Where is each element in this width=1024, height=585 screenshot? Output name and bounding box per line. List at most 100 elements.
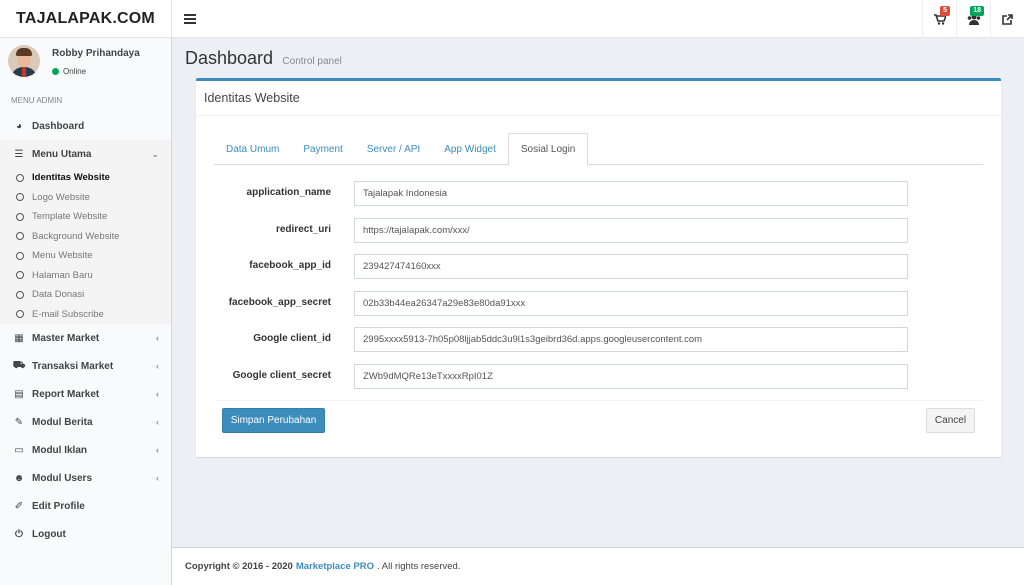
sidebar-item-logout[interactable]: ⏻ Logout (0, 520, 171, 548)
sidebar-item-master-market[interactable]: ▦ Master Market ‹ (0, 324, 171, 352)
submenu-item-label: Data Donasi (32, 289, 85, 301)
dashboard-icon: ◕ (15, 120, 23, 132)
submenu-item-label: Background Website (32, 230, 120, 242)
tab-payment[interactable]: Payment (291, 133, 354, 165)
submenu-menu-utama: Identitas Website Logo Website Template … (0, 168, 171, 324)
sidebar-item-menu-utama[interactable]: ☰ Menu Utama ⌄ (0, 140, 171, 168)
form-row-application-name: application_name Tajalapak Indonesia (196, 181, 1001, 206)
submenu-item-halaman-baru[interactable]: Halaman Baru (0, 266, 171, 286)
chevron-left-icon: ‹ (156, 417, 159, 427)
sidebar-item-modul-iklan[interactable]: ▭ Modul Iklan ‹ (0, 436, 171, 464)
circle-icon (16, 193, 24, 202)
panel-title: Identitas Website (204, 91, 300, 105)
menu-header: MENU ADMIN (11, 96, 63, 105)
field-label: application_name (246, 187, 331, 198)
cart-notification-button[interactable]: 5 (922, 0, 956, 38)
chevron-left-icon: ‹ (156, 389, 159, 399)
sidebar-item-modul-berita[interactable]: ✎ Modul Berita ‹ (0, 408, 171, 436)
form-row-redirect-uri: redirect_uri https://tajalapak.com/xxx/ (196, 217, 1001, 243)
footer-suffix: . All rights reserved. (377, 561, 461, 572)
submenu-item-data-donasi[interactable]: Data Donasi (0, 285, 171, 305)
monitor-icon: ▭ (14, 444, 24, 456)
external-link-icon (1002, 13, 1013, 25)
form-row-facebook-app-secret: facebook_app_secret 02b33b44ea26347a29e8… (196, 290, 1001, 316)
sidebar-item-edit-profile[interactable]: ✐ Edit Profile (0, 492, 171, 520)
submenu-item-background-website[interactable]: Background Website (0, 227, 171, 247)
sidebar-menu: ◕ Dashboard ☰ Menu Utama ⌄ Identitas Web… (0, 112, 171, 548)
page-subtitle: Control panel (282, 56, 342, 67)
submenu-item-label: Identitas Website (32, 172, 110, 184)
sidebar-item-transaksi-market[interactable]: ⛟ Transaksi Market ‹ (0, 352, 171, 380)
facebook-app-id-input[interactable]: 239427474160xxx (354, 254, 908, 279)
sidebar-item-label: Logout (32, 528, 66, 540)
tab-sosial-login[interactable]: Sosial Login (507, 133, 589, 166)
pencil-icon: ✎ (14, 416, 24, 428)
facebook-app-secret-input[interactable]: 02b33b44ea26347a29e83e80da91xxx (354, 290, 908, 316)
online-status-icon (52, 68, 59, 75)
chevron-left-icon: ‹ (156, 333, 159, 343)
google-client-id-input[interactable]: 2995xxxx5913-7h05p08ljjab5ddc3u9l1s3geib… (354, 327, 908, 352)
external-link-button[interactable] (990, 0, 1024, 38)
sidebar-toggle-button[interactable] (172, 0, 208, 38)
submenu-item-logo-website[interactable]: Logo Website (0, 188, 171, 208)
chevron-down-icon: ⌄ (151, 149, 159, 159)
tab-app-widget[interactable]: App Widget (432, 133, 508, 165)
circle-icon (16, 290, 24, 299)
footer-link[interactable]: Marketplace PRO (296, 561, 374, 572)
submenu-item-label: Template Website (32, 211, 108, 223)
sidebar-item-dashboard[interactable]: ◕ Dashboard (0, 112, 171, 140)
circle-icon (16, 310, 24, 319)
footer: Copyright © 2016 - 2020 Marketplace PRO … (172, 547, 1024, 585)
google-client-secret-input[interactable]: ZWb9dMQRe13eTxxxxRpI01Z (354, 364, 908, 389)
footer-copyright: Copyright © 2016 - 2020 (185, 561, 293, 572)
sidebar-item-report-market[interactable]: ▤ Report Market ‹ (0, 380, 171, 408)
menu-icon (184, 14, 196, 24)
cancel-button[interactable]: Cancel (926, 408, 975, 433)
circle-icon (16, 173, 24, 182)
chevron-left-icon: ‹ (156, 473, 159, 483)
brand-logo[interactable]: TAJALAPAK.COM (0, 0, 172, 38)
submenu-item-template-website[interactable]: Template Website (0, 207, 171, 227)
book-icon: ▤ (14, 388, 24, 400)
page-title: Dashboard (185, 48, 274, 68)
field-label: redirect_uri (275, 223, 331, 235)
users-notification-button[interactable]: 18 (956, 0, 990, 38)
user-name: Robby Prihandaya (52, 48, 140, 59)
circle-icon (16, 232, 24, 241)
submenu-item-label: E-mail Subscribe (32, 308, 104, 320)
chevron-left-icon: ‹ (156, 361, 159, 371)
power-icon: ⏻ (15, 528, 23, 540)
submenu-item-label: Halaman Baru (32, 269, 93, 281)
circle-icon (16, 212, 24, 221)
submenu-item-email-subscribe[interactable]: E-mail Subscribe (0, 305, 171, 325)
redirect-uri-input[interactable]: https://tajalapak.com/xxx/ (354, 217, 908, 243)
divider (196, 115, 1001, 116)
sidebar-item-label: Modul Iklan (32, 444, 87, 456)
sidebar-item-modul-users[interactable]: ☻ Modul Users ‹ (0, 464, 171, 492)
field-label: facebook_app_id (249, 260, 331, 271)
tab-data-umum[interactable]: Data Umum (214, 133, 291, 165)
save-button[interactable]: Simpan Perubahan (222, 408, 325, 433)
form-row-facebook-app-id: facebook_app_id 239427474160xxx (196, 254, 1001, 279)
sidebar-item-label: Edit Profile (32, 500, 85, 512)
field-label: facebook_app_secret (228, 296, 331, 308)
form-row-google-client-id: Google client_id 2995xxxx5913-7h05p08ljj… (196, 327, 1001, 352)
identitas-website-panel: Identitas Website Data Umum Payment Serv… (196, 78, 1001, 457)
edit-icon: ✐ (14, 500, 24, 512)
submenu-item-identitas-website[interactable]: Identitas Website (0, 168, 171, 188)
top-navbar: 5 18 (172, 0, 1024, 38)
sidebar-item-label: Dashboard (32, 120, 85, 132)
field-label: Google client_secret (232, 370, 331, 381)
user-status: Online (52, 67, 86, 76)
tab-server-api[interactable]: Server / API (355, 133, 432, 165)
divider (214, 400, 983, 401)
submenu-item-menu-website[interactable]: Menu Website (0, 246, 171, 266)
cart-badge: 5 (940, 6, 950, 16)
top-icons: 5 18 (922, 0, 1024, 38)
settings-tabs: Data Umum Payment Server / API App Widge… (214, 133, 983, 166)
application-name-input[interactable]: Tajalapak Indonesia (354, 181, 908, 206)
form-row-google-client-secret: Google client_secret ZWb9dMQRe13eTxxxxRp… (196, 364, 1001, 389)
submenu-item-label: Menu Website (32, 250, 93, 262)
users-icon: ☻ (13, 472, 25, 484)
sidebar-item-label: Menu Utama (32, 148, 92, 160)
